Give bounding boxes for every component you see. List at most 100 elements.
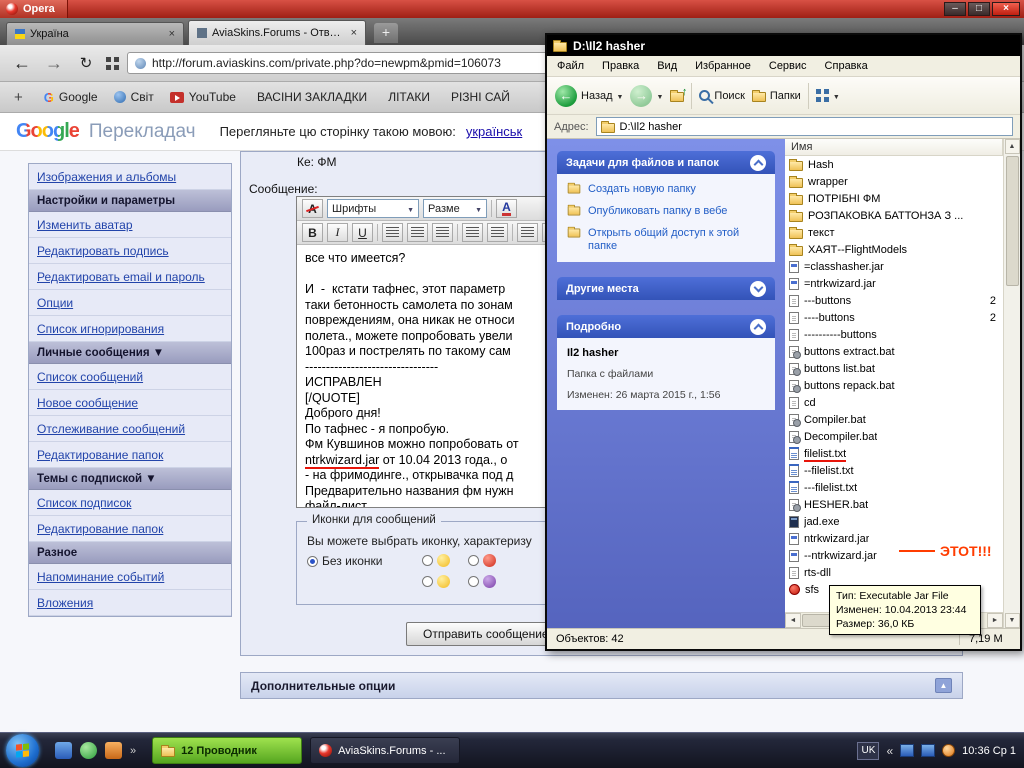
collapse-tray-icon[interactable] [886, 744, 893, 758]
collapse-panel-icon[interactable] [935, 678, 952, 693]
file-row[interactable]: Decompiler.bat [785, 428, 1003, 445]
file-row[interactable]: wrapper [785, 173, 1003, 190]
chevron-down-icon[interactable] [617, 90, 624, 102]
file-row[interactable]: =classhasher.jar [785, 258, 1003, 275]
menu-item[interactable]: Правка [602, 60, 639, 72]
tab-aviaskins[interactable]: AviaSkins.Forums - Ответит [188, 20, 366, 45]
menu-item[interactable]: Вид [657, 60, 677, 72]
file-row[interactable]: ----------buttons [785, 326, 1003, 343]
bookmark-item[interactable] [14, 89, 28, 106]
up-folder-button[interactable] [670, 86, 687, 102]
scroll-down-icon[interactable]: ▼ [1004, 613, 1020, 628]
quick-launch-icon-2[interactable] [80, 742, 97, 759]
bookmark-item[interactable]: Google [44, 90, 98, 105]
sidebar-item[interactable]: Изменить аватар [29, 212, 231, 238]
sidebar-item[interactable]: Отслеживание сообщений [29, 416, 231, 442]
close-icon[interactable] [992, 2, 1020, 16]
size-select[interactable]: Разме [423, 199, 487, 218]
taskbar-button-opera[interactable]: AviaSkins.Forums - ... [310, 737, 461, 764]
sidebar-item[interactable]: Новое сообщение [29, 390, 231, 416]
sidebar-item[interactable]: Разное [29, 542, 231, 564]
vertical-scrollbar[interactable]: ▲ ▼ [1003, 139, 1020, 628]
details-header[interactable]: Подробно [557, 315, 775, 338]
opera-menu-button[interactable]: Opera [0, 0, 68, 18]
sidebar-item[interactable]: Напоминание событий [29, 564, 231, 590]
icon-radio[interactable] [468, 554, 497, 567]
speed-dial-icon[interactable] [106, 56, 119, 70]
task-link[interactable]: Создать новую папку [567, 182, 765, 196]
address-input[interactable]: D:\Il2 hasher [595, 117, 1013, 136]
reload-button[interactable] [74, 54, 98, 73]
sidebar-item[interactable]: Темы с подпиской ▼ [29, 468, 231, 490]
file-row[interactable]: =ntrkwizard.jar [785, 275, 1003, 292]
unordered-list-button[interactable] [487, 223, 508, 242]
language-indicator[interactable]: UK [857, 741, 880, 760]
menu-item[interactable]: Файл [557, 60, 584, 72]
forward-button[interactable] [42, 53, 66, 74]
file-row[interactable]: buttons list.bat [785, 360, 1003, 377]
taskbar-button-explorer[interactable]: 12 Проводник [152, 737, 303, 764]
file-row[interactable]: buttons repack.bat [785, 377, 1003, 394]
sidebar-item[interactable]: Личные сообщения ▼ [29, 342, 231, 364]
taskbar-clock[interactable]: 10:36 Ср 1 [962, 745, 1016, 757]
underline-button[interactable]: U [352, 223, 373, 242]
font-color-button[interactable] [496, 199, 517, 218]
folders-button[interactable]: Папки [751, 89, 801, 102]
align-right-button[interactable] [432, 223, 453, 242]
menu-item[interactable]: Справка [825, 60, 868, 72]
send-message-button[interactable]: Отправить сообщение [406, 622, 566, 646]
file-row[interactable]: rts-dll [785, 564, 1003, 581]
menu-item[interactable]: Избранное [695, 60, 751, 72]
start-button[interactable] [6, 734, 39, 767]
remove-format-button[interactable] [302, 199, 323, 218]
quick-launch-snagit-icon[interactable] [105, 742, 122, 759]
chevron-down-icon[interactable] [656, 90, 663, 102]
task-link[interactable]: Открыть общий доступ к этой папке [567, 226, 765, 253]
quick-launch-icon-1[interactable] [55, 742, 72, 759]
collapse-chevron-icon[interactable] [750, 318, 766, 335]
bookmark-item[interactable]: РІЗНІ САЙ [446, 90, 510, 104]
file-row[interactable]: ---filelist.txt [785, 479, 1003, 496]
font-select[interactable]: Шрифты [327, 199, 419, 218]
sidebar-item[interactable]: Вложения [29, 590, 231, 616]
bold-button[interactable]: B [302, 223, 323, 242]
file-row[interactable]: buttons extract.bat [785, 343, 1003, 360]
sidebar-item[interactable]: Редактирование папок [29, 516, 231, 542]
column-header-name[interactable]: Имя [785, 139, 1003, 156]
file-row[interactable]: jad.exe [785, 513, 1003, 530]
views-button[interactable] [815, 89, 840, 102]
sidebar-item[interactable]: Редактировать email и пароль [29, 264, 231, 290]
tray-network-icon[interactable] [900, 744, 915, 757]
file-row[interactable]: filelist.txt [785, 445, 1003, 462]
sidebar-item[interactable]: Список игнорирования [29, 316, 231, 342]
additional-options-header[interactable]: Дополнительные опции [240, 672, 963, 699]
scrollbar-thumb[interactable] [1005, 156, 1019, 286]
sidebar-item[interactable]: Настройки и параметры [29, 190, 231, 212]
expand-chevron-icon[interactable] [750, 280, 766, 297]
search-button[interactable]: Поиск [699, 90, 745, 102]
file-row[interactable]: HESHER.bat [785, 496, 1003, 513]
bookmark-item[interactable]: ВАСІНИ ЗАКЛАДКИ [252, 90, 367, 104]
back-button[interactable]: Назад [555, 84, 624, 107]
tab-close-icon[interactable] [169, 28, 175, 40]
chevron-down-icon[interactable] [833, 90, 840, 102]
scroll-up-icon[interactable]: ▲ [1004, 139, 1020, 154]
back-button[interactable] [10, 53, 34, 74]
translate-language-link[interactable]: українськ [466, 124, 522, 139]
file-row[interactable]: ---buttons 2 [785, 292, 1003, 309]
file-row[interactable]: РОЗПАКОВКА БАТТОНЗА З ... [785, 207, 1003, 224]
file-row[interactable]: ----buttons 2 [785, 309, 1003, 326]
tab-ukraine[interactable]: Україна [6, 22, 184, 45]
scroll-right-icon[interactable]: ► [987, 613, 1003, 628]
opera-titlebar[interactable]: Opera [0, 0, 1024, 18]
bookmark-item[interactable]: Світ [113, 90, 154, 104]
radio-checked-icon[interactable] [307, 555, 318, 567]
quick-launch-overflow-icon[interactable] [130, 745, 136, 757]
file-row[interactable]: cd [785, 394, 1003, 411]
forward-button[interactable] [630, 84, 663, 107]
icon-radio[interactable] [422, 575, 451, 588]
sidebar-item[interactable]: Список сообщений [29, 364, 231, 390]
scroll-left-icon[interactable]: ◄ [785, 613, 801, 628]
icon-radio[interactable] [468, 575, 497, 588]
outdent-button[interactable] [517, 223, 538, 242]
